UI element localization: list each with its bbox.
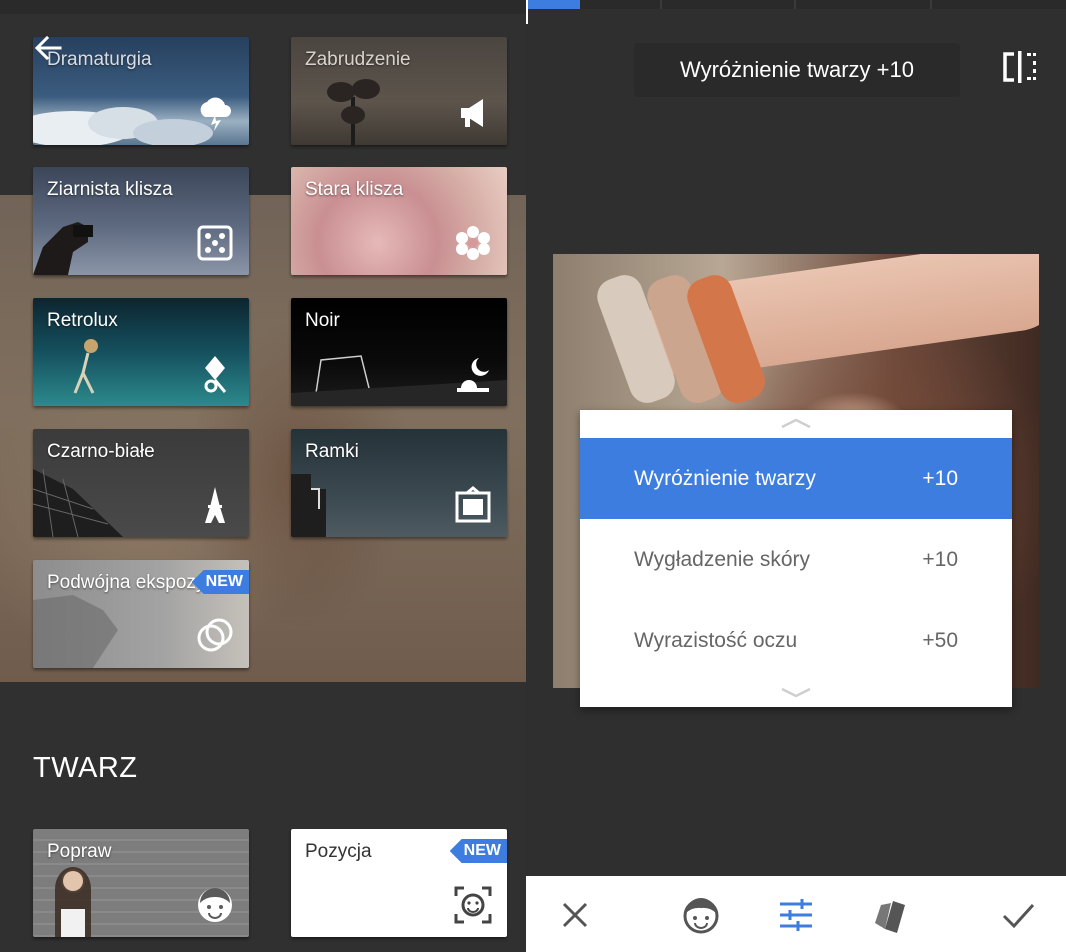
face-scan-icon [454,886,492,924]
tile-label: Retrolux [47,310,118,331]
cloud-lightning-icon [200,97,231,131]
filter-tile-ziarnista-klisza[interactable]: Ziarnista klisza [33,167,249,275]
check-icon[interactable] [998,895,1038,935]
menu-item-label: Wyróżnienie twarzy [634,466,816,490]
tile-label: Ramki [305,441,359,462]
filter-tile-noir[interactable]: Noir [291,298,507,406]
editor-panel: Wyróżnienie twarzy +10 Wyróżnienie twarz… [526,0,1066,952]
overlap-circles-icon [197,618,233,652]
tile-label: Noir [305,310,340,331]
bottom-toolbar [526,876,1066,952]
eiffel-tower-icon [205,487,225,523]
menu-item-label: Wygładzenie skóry [634,547,811,571]
progress-divider [660,0,662,9]
tile-label: Ziarnista klisza [47,179,173,200]
new-badge: NEW [191,570,249,594]
tile-label: Zabrudzenie [305,49,411,70]
tile-label: Czarno-białe [47,441,155,462]
compare-icon[interactable] [1000,50,1040,84]
moon-icon [457,358,489,392]
frame-icon [455,486,491,523]
chevron-down-icon[interactable] [776,686,816,700]
close-icon[interactable] [555,895,595,935]
current-value-label: Wyróżnienie twarzy +10 [634,43,960,97]
progress-divider [794,0,796,9]
menu-item-value: +50 [922,628,958,652]
filter-tile-czarno-biale[interactable]: Czarno-białe [33,429,249,537]
menu-item-skin-smoothing[interactable]: Wygładzenie skóry +10 [580,519,1012,600]
megaphone-icon [461,99,483,127]
tile-label: Popraw [47,841,112,862]
filter-tile-zabrudzenie[interactable]: Zabrudzenie [291,37,507,145]
back-arrow-icon[interactable] [30,30,66,66]
tile-label: Stara klisza [305,179,404,200]
face-tool-popraw[interactable]: Popraw [33,829,249,937]
face-adjust-menu: Wyróżnienie twarzy +10 Wygładzenie skóry… [580,410,1012,707]
panel-divider [526,0,528,24]
flower-icon [456,226,490,260]
filter-tile-stara-klisza[interactable]: Stara klisza [291,167,507,275]
menu-item-label: Wyrazistość oczu [634,628,798,652]
top-strip [0,0,526,14]
filter-tile-ramki[interactable]: Ramki [291,429,507,537]
filters-panel: Dramaturgia Zabrudzenie Ziarnista klisza [0,0,526,952]
progress-track [528,0,1066,9]
filter-tile-retrolux[interactable]: Retrolux [33,298,249,406]
menu-item-eye-clarity[interactable]: Wyrazistość oczu +50 [580,600,1012,681]
face-icon [198,888,232,922]
styles-icon[interactable] [871,895,911,935]
face-icon[interactable] [681,895,721,935]
dice-icon [197,225,233,261]
progress-fill [528,0,580,9]
new-badge: NEW [449,839,507,863]
sliders-icon[interactable] [776,895,816,935]
menu-item-value: +10 [922,547,958,571]
menu-item-face-highlight[interactable]: Wyróżnienie twarzy +10 [580,438,1012,519]
section-title: TWARZ [33,752,138,784]
progress-divider [930,0,932,9]
balloon-icon [204,356,227,393]
chevron-up-icon[interactable] [776,416,816,430]
filter-tile-podwojna-ekspozycja[interactable]: Podwójna ekspozycja NEW [33,560,249,668]
face-tool-pozycja[interactable]: Pozycja NEW [291,829,507,937]
tile-label: Pozycja [305,841,372,862]
menu-item-value: +10 [922,466,958,490]
